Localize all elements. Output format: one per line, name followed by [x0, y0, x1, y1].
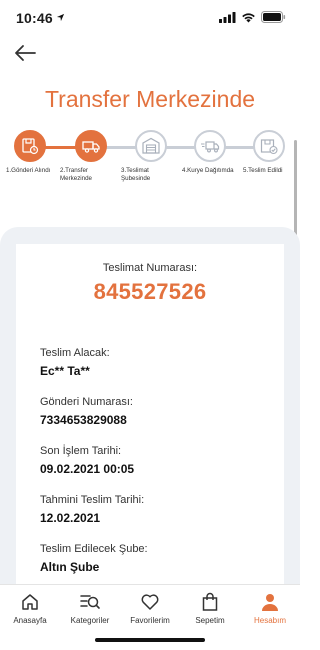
back-button[interactable] — [14, 40, 44, 66]
tab-label: Sepetim — [195, 616, 225, 625]
location-arrow-icon — [56, 13, 65, 22]
step-circle — [75, 130, 107, 162]
warehouse-icon — [142, 137, 160, 154]
truck-icon — [82, 141, 100, 153]
info-value: Altın Şube — [40, 560, 100, 574]
step-label: 4.Kurye Dağıtımda — [182, 167, 234, 174]
info-value: 09.02.2021 00:05 — [40, 462, 135, 476]
heart-icon — [141, 594, 159, 610]
home-icon — [22, 594, 38, 610]
info-value: Ec** Ta** — [40, 364, 90, 378]
user-icon — [262, 594, 278, 611]
info-label: Tahmini Teslim Tarihi: — [40, 494, 145, 506]
shipment-progress-stepper: 1.Gönderi Alındı 2.Transfer Merkezinde 3… — [0, 130, 300, 210]
fast-delivery-icon — [201, 141, 220, 153]
info-label: Teslim Alacak: — [40, 347, 110, 359]
tracking-number-label: Teslimat Numarası: — [102, 262, 198, 274]
home-indicator — [95, 638, 205, 642]
step-label: 3.Teslimat Şubesinde — [121, 167, 151, 182]
wifi-icon — [242, 12, 255, 22]
step-circle — [194, 130, 226, 162]
tab-kategoriler[interactable]: Kategoriler — [60, 591, 120, 625]
tab-label: Hesabım — [253, 616, 286, 625]
estimated-delivery-date-info: Tahmini Teslim Tarihi: 12.02.2021 — [40, 494, 144, 525]
page-title: Transfer Merkezinde — [44, 86, 256, 112]
categories-search-icon — [80, 595, 100, 609]
tab-favorilerim[interactable]: Favorilerim — [120, 591, 180, 625]
delivery-branch-info: Teslim Edilecek Şube: Altın Şube — [40, 543, 148, 574]
step-transfer-merkezinde: 2.Transfer Merkezinde — [60, 130, 118, 183]
step-label: 1.Gönderi Alındı — [6, 167, 51, 174]
step-circle — [14, 130, 46, 162]
tab-sepetim[interactable]: Sepetim — [180, 591, 240, 625]
info-label: Teslim Edilecek Şube: — [40, 543, 148, 555]
tab-anasayfa[interactable]: Anasayfa — [0, 591, 60, 625]
box-check-icon — [260, 139, 278, 155]
shipment-number-info: Gönderi Numarası: 7334653829088 — [40, 396, 133, 427]
step-circle — [253, 130, 285, 162]
tab-label: Kategoriler — [70, 616, 110, 625]
step-label: 5.Teslim Edildi — [243, 167, 283, 174]
battery-icon — [261, 11, 286, 23]
cellular-signal-icon — [219, 11, 236, 23]
step-teslimat-subesinde: 3.Teslimat Şubesinde — [121, 130, 179, 183]
status-time: 10:46 — [16, 10, 53, 26]
last-action-date-info: Son İşlem Tarihi: 09.02.2021 00:05 — [40, 445, 134, 476]
step-kurye-dagitimda: 4.Kurye Dağıtımda — [182, 130, 240, 175]
recipient-info: Teslim Alacak: Ec** Ta** — [40, 347, 110, 378]
tab-hesabim[interactable]: Hesabım — [240, 591, 300, 625]
tab-label: Anasayfa — [13, 616, 47, 625]
arrow-left-icon — [15, 45, 36, 61]
shopping-bag-icon — [202, 592, 218, 611]
step-gonderi-alindi: 1.Gönderi Alındı — [6, 130, 64, 175]
step-teslim-edildi: 5.Teslim Edildi — [243, 130, 301, 175]
status-bar: 10:46 — [0, 0, 300, 36]
info-value: 12.02.2021 — [40, 511, 101, 525]
tracking-number: 845527526 — [93, 279, 207, 304]
package-timer-icon — [22, 138, 39, 155]
info-value: 7334653829088 — [40, 413, 127, 427]
info-label: Son İşlem Tarihi: — [40, 445, 122, 457]
info-label: Gönderi Numarası: — [40, 396, 133, 408]
tab-label: Favorilerim — [130, 616, 170, 625]
step-circle — [135, 130, 167, 162]
step-label: 2.Transfer Merkezinde — [60, 167, 92, 182]
